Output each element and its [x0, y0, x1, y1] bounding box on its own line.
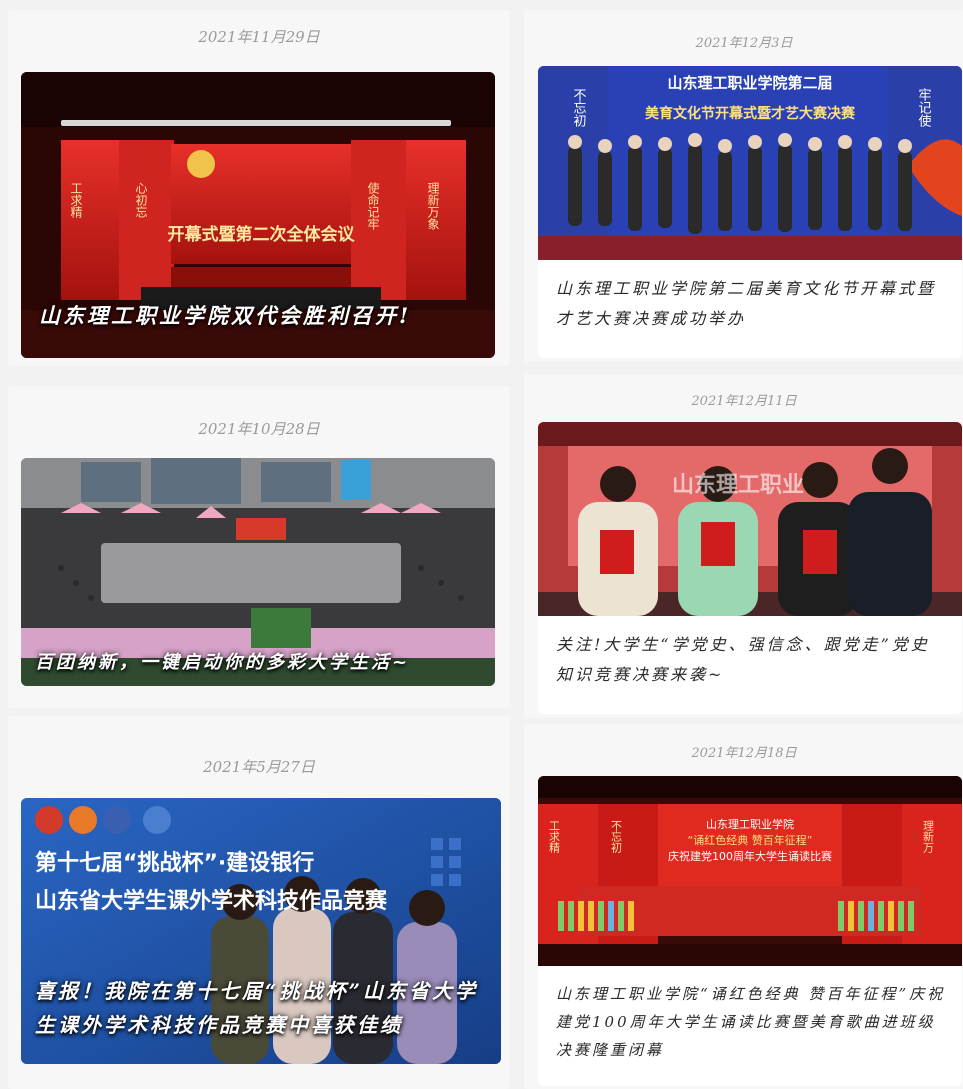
poster-line-2: 山东省大学生课外学术科技作品竞赛 — [35, 888, 388, 914]
pillar-text-3: 使命记牢 — [366, 181, 380, 230]
card-body: 关注!大学生“学党史、强信念、跟党走”党史知识竞赛决赛来袭~ — [538, 616, 962, 714]
news-card-club-recruitment[interactable]: 2021年10月28日 百团纳新，一键启动你的多彩大学生活~ — [8, 386, 510, 708]
screen-text: 山东理工职业 — [672, 472, 804, 498]
screen-line-1: 山东理工职业学院 — [706, 817, 794, 831]
poster-line-1: 第十七届“挑战杯”·建设银行 — [35, 850, 314, 876]
pillar-text-2: 心初忘 — [134, 182, 148, 218]
screen-line-3: 庆祝建党100周年大学生诵读比赛 — [668, 849, 832, 863]
card-photo[interactable]: 第十七届“挑战杯”·建设银行 山东省大学生课外学术科技作品竞赛 喜报！我院在第十… — [21, 798, 501, 1064]
card-body: 山东理工职业学院第二届美育文化节开幕式暨才艺大赛决赛成功举办 — [538, 260, 962, 358]
card-date: 2021年5月27日 — [203, 758, 315, 776]
card-photo[interactable]: 开幕式暨第二次全体会议 工求精 心初忘 使命记牢 理新万象 山东理工职业学院双代… — [21, 72, 495, 358]
screen-line-2: “诵红色经典 赞百年征程” — [688, 833, 813, 847]
card-photo[interactable]: 山东理工职业学院 “诵红色经典 赞百年征程” 庆祝建党100周年大学生诵读比赛 … — [538, 776, 962, 966]
photo-overlay-title: 百团纳新，一键启动你的多彩大学生活~ — [35, 652, 411, 673]
card-date: 2021年11月29日 — [198, 28, 320, 46]
card-photo[interactable]: 山东理工职业学院第二届 美育文化节开幕式暨才艺大赛决赛 不忘初 牢记使 — [538, 66, 962, 260]
photo-overlay-title: 喜报！我院在第十七届“挑战杯”山东省大学生课外学术科技作品竞赛中喜获佳绩 — [35, 979, 479, 1037]
news-card-challenge-cup[interactable]: 2021年5月27日 第十七届“挑战杯”·建设银行 山东省大学生课外学术科技作品… — [8, 716, 510, 1089]
card-body: 山东理工职业学院“诵红色经典 赞百年征程”庆祝建党100周年大学生诵读比赛暨美育… — [538, 966, 962, 1086]
performance-illustration: 山东理工职业学院 “诵红色经典 赞百年征程” 庆祝建党100周年大学生诵读比赛 … — [538, 776, 962, 966]
pillar-text-3: 理新万 — [922, 820, 935, 853]
banner-line-1: 山东理工职业学院第二届 — [667, 74, 832, 92]
pillar-text-1: 工求精 — [548, 820, 561, 853]
side-slogan-right: 牢记使 — [916, 88, 932, 127]
news-card-aesthetic-festival[interactable]: 2021年12月3日 山东理工职业学院第二届 美育文化节开幕式暨才艺大赛决赛 不… — [524, 10, 963, 362]
group-photo-illustration: 山东理工职业学院第二届 美育文化节开幕式暨才艺大赛决赛 不忘初 牢记使 — [538, 66, 962, 260]
card-date: 2021年12月3日 — [695, 36, 793, 51]
card-photo[interactable]: 山东理工职业 — [538, 422, 962, 616]
card-date: 2021年10月28日 — [198, 420, 320, 438]
card-date: 2021年12月11日 — [691, 394, 797, 409]
award-photo-illustration: 山东理工职业 — [538, 422, 962, 616]
pillar-text-4: 理新万象 — [426, 182, 440, 230]
card-photo[interactable]: 百团纳新，一键启动你的多彩大学生活~ — [21, 458, 495, 686]
side-slogan-left: 不忘初 — [571, 88, 587, 127]
news-card-double-congress[interactable]: 2021年11月29日 开幕式暨第二次全体会议 工求精 心初忘 使命记牢 理新万… — [8, 10, 510, 366]
photo-overlay-title: 山东理工职业学院双代会胜利召开! — [39, 303, 412, 328]
card-caption[interactable]: 山东理工职业学院第二届美育文化节开幕式暨才艺大赛决赛成功举办 — [556, 274, 946, 334]
screen-title: 开幕式暨第二次全体会议 — [168, 224, 356, 245]
card-caption[interactable]: 山东理工职业学院“诵红色经典 赞百年征程”庆祝建党100周年大学生诵读比赛暨美育… — [556, 980, 946, 1064]
card-date: 2021年12月18日 — [691, 746, 797, 761]
pillar-text-1: 工求精 — [69, 182, 83, 218]
news-card-party-history-quiz[interactable]: 2021年12月11日 山东理工职业 关注!大学生“学党史、强信念、跟党走”党史… — [524, 374, 963, 718]
news-card-recitation-contest[interactable]: 2021年12月18日 山东理工职业学院 “诵红色经典 赞百年征程” 庆祝建党1… — [524, 724, 963, 1089]
card-caption[interactable]: 关注!大学生“学党史、强信念、跟党走”党史知识竞赛决赛来袭~ — [556, 630, 946, 690]
pillar-text-2: 不忘初 — [610, 820, 623, 854]
banner-line-2: 美育文化节开幕式暨才艺大赛决赛 — [645, 105, 856, 122]
